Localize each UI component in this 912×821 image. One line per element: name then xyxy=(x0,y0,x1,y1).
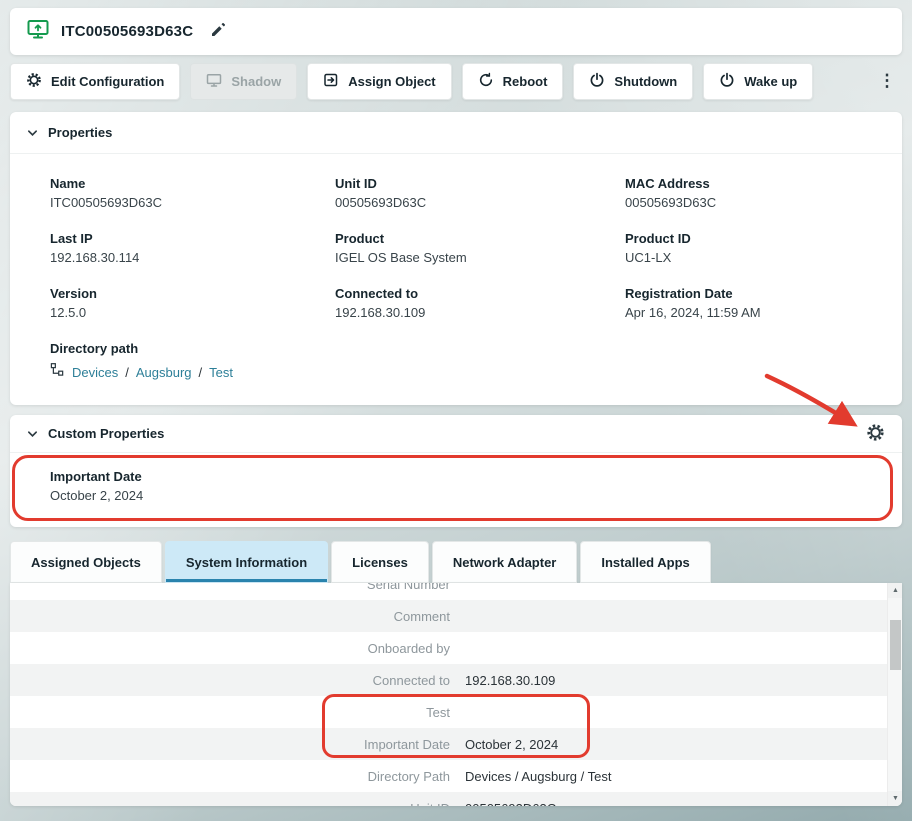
reboot-icon xyxy=(478,72,494,91)
assign-object-icon xyxy=(323,72,339,91)
kebab-menu-icon: ⋮ xyxy=(879,71,896,91)
table-row-connected-to: Connected to 192.168.30.109 xyxy=(10,664,887,696)
edit-configuration-button[interactable]: Edit Configuration xyxy=(10,63,180,100)
table-row-comment: Comment xyxy=(10,600,887,632)
table-row-serial-number: Serial Number xyxy=(10,583,887,600)
property-field-name: Name ITC00505693D63C xyxy=(50,176,335,210)
button-label: Wake up xyxy=(744,74,797,89)
custom-properties-section-header[interactable]: Custom Properties xyxy=(10,415,902,453)
property-field-registration-date: Registration Date Apr 16, 2024, 11:59 AM xyxy=(625,286,862,320)
breadcrumb-link-test[interactable]: Test xyxy=(209,365,233,380)
properties-section-header[interactable]: Properties xyxy=(10,112,902,154)
breadcrumb-separator: / xyxy=(125,365,129,380)
gear-icon xyxy=(866,423,885,445)
property-field-connected-to: Connected to 192.168.30.109 xyxy=(335,286,625,320)
button-label: Shutdown xyxy=(614,74,677,89)
directory-path-field: Directory path Devices / Augsburg / Test xyxy=(50,341,862,382)
table-row-directory-path: Directory Path Devices / Augsburg / Test xyxy=(10,760,887,792)
scroll-down-arrow[interactable]: ▼ xyxy=(888,791,902,806)
edit-title-button[interactable] xyxy=(210,22,226,41)
button-label: Assign Object xyxy=(348,74,435,89)
page-title: ITC00505693D63C xyxy=(61,23,193,40)
property-field-product-id: Product ID UC1-LX xyxy=(625,231,862,265)
property-field-mac-address: MAC Address 00505693D63C xyxy=(625,176,862,210)
chevron-down-icon xyxy=(27,425,38,443)
breadcrumb-link-devices[interactable]: Devices xyxy=(72,365,118,380)
reboot-button[interactable]: Reboot xyxy=(462,63,564,100)
device-header-card: ITC00505693D63C xyxy=(10,8,902,55)
tab-assigned-objects[interactable]: Assigned Objects xyxy=(10,541,162,583)
tree-icon xyxy=(50,362,65,382)
vertical-scrollbar[interactable]: ▲ ▼ xyxy=(887,583,902,806)
breadcrumb-separator: / xyxy=(199,365,203,380)
power-icon xyxy=(589,72,605,91)
tab-installed-apps[interactable]: Installed Apps xyxy=(580,541,710,583)
button-label: Shadow xyxy=(231,74,281,89)
section-title: Properties xyxy=(48,125,112,140)
table-row-important-date: Important Date October 2, 2024 xyxy=(10,728,887,760)
device-action-toolbar: Edit Configuration Shadow Assign Object … xyxy=(10,62,902,100)
system-information-table: Serial Number Comment Onboarded by Conne… xyxy=(10,583,887,806)
scrollbar-thumb[interactable] xyxy=(890,620,901,670)
breadcrumb: Devices / Augsburg / Test xyxy=(50,362,862,382)
property-field-product: Product IGEL OS Base System xyxy=(335,231,625,265)
custom-properties-settings-button[interactable] xyxy=(866,423,885,445)
table-row-onboarded-by: Onboarded by xyxy=(10,632,887,664)
shutdown-button[interactable]: Shutdown xyxy=(573,63,693,100)
table-row-test: Test xyxy=(10,696,887,728)
device-icon xyxy=(26,17,50,46)
more-actions-button[interactable]: ⋮ xyxy=(872,63,902,100)
gear-icon xyxy=(26,72,42,91)
scroll-up-arrow[interactable]: ▲ xyxy=(888,583,902,598)
tab-system-information[interactable]: System Information xyxy=(165,541,328,583)
custom-properties-card: Custom Properties Important Date October… xyxy=(10,415,902,527)
button-label: Edit Configuration xyxy=(51,74,164,89)
property-field-last-ip: Last IP 192.168.30.114 xyxy=(50,231,335,265)
custom-property-field: Important Date October 2, 2024 xyxy=(10,453,902,503)
system-information-panel: Serial Number Comment Onboarded by Conne… xyxy=(10,583,902,806)
pencil-icon xyxy=(210,22,226,41)
property-field-version: Version 12.5.0 xyxy=(50,286,335,320)
power-icon xyxy=(719,72,735,91)
breadcrumb-link-augsburg[interactable]: Augsburg xyxy=(136,365,192,380)
properties-card: Properties Name ITC00505693D63C Unit ID … xyxy=(10,112,902,405)
tab-licenses[interactable]: Licenses xyxy=(331,541,429,583)
property-field-unit-id: Unit ID 00505693D63C xyxy=(335,176,625,210)
assign-object-button[interactable]: Assign Object xyxy=(307,63,451,100)
shadow-button[interactable]: Shadow xyxy=(190,63,297,100)
section-title: Custom Properties xyxy=(48,426,164,441)
button-label: Reboot xyxy=(503,74,548,89)
chevron-down-icon xyxy=(27,124,38,142)
properties-grid: Name ITC00505693D63C Unit ID 00505693D63… xyxy=(10,154,902,382)
wake-up-button[interactable]: Wake up xyxy=(703,63,813,100)
table-row-unit-id: Unit ID 00505693D63C xyxy=(10,792,887,806)
monitor-icon xyxy=(206,72,222,91)
tab-network-adapter[interactable]: Network Adapter xyxy=(432,541,578,583)
detail-tabs: Assigned Objects System Information Lice… xyxy=(10,541,711,583)
